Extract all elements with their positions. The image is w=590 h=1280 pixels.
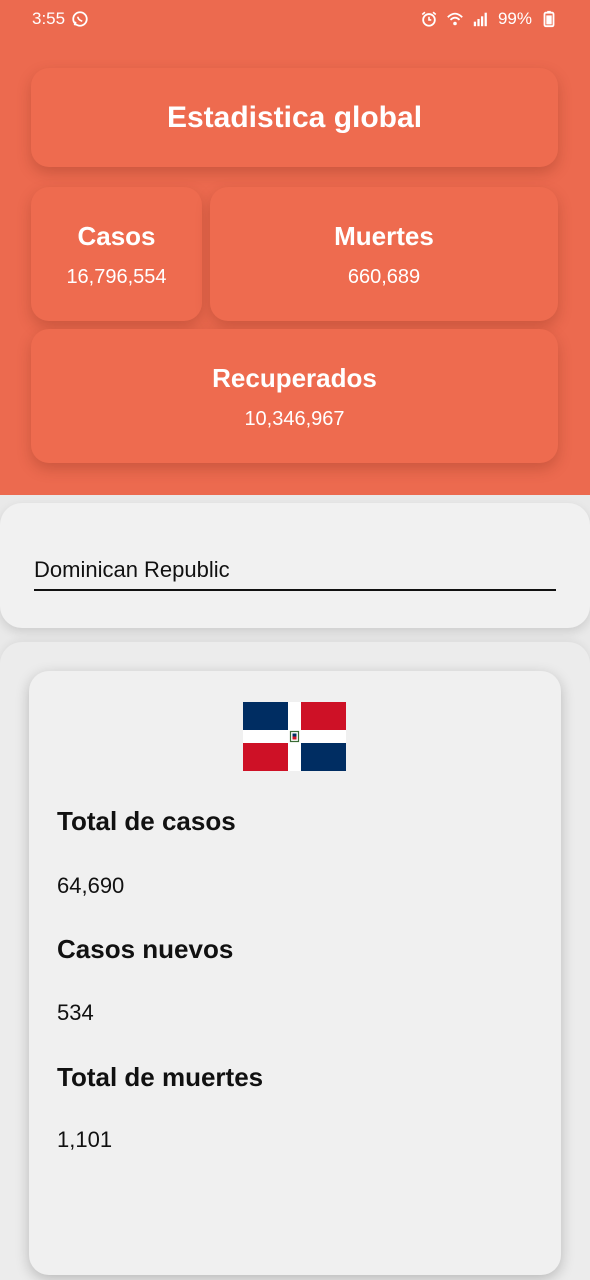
- country-search-panel: [0, 503, 590, 628]
- cases-label: Casos: [77, 221, 156, 251]
- battery-icon: [543, 10, 555, 28]
- total-deaths-heading: Total de muertes: [57, 1062, 264, 1092]
- total-cases-heading: Total de casos: [57, 806, 236, 836]
- alarm-icon: [421, 11, 437, 27]
- total-cases-value: 64,690: [57, 873, 125, 898]
- status-right: 99%: [420, 9, 558, 29]
- cases-value: 16,796,554: [66, 266, 167, 288]
- recovered-value: 10,346,967: [244, 408, 345, 430]
- dominican-republic-flag-icon: [243, 702, 346, 771]
- recovered-card: Recuperados 10,346,967: [31, 329, 558, 463]
- signal-icon: [473, 12, 487, 27]
- new-cases-heading: Casos nuevos: [57, 934, 234, 964]
- deaths-value: 660,689: [347, 266, 421, 288]
- whatsapp-icon: [72, 11, 88, 27]
- battery-percent: 99%: [497, 9, 532, 28]
- deaths-label: Muertes: [334, 221, 434, 251]
- new-cases-value: 534: [57, 1000, 94, 1025]
- status-bar: 3:55 99%: [0, 0, 590, 38]
- status-left: 3:55: [32, 9, 89, 29]
- status-time: 3:55: [32, 9, 66, 28]
- header-region: 3:55 99% Estadistica global Casos 16,796…: [0, 0, 590, 495]
- global-stats-title: Estadistica global: [166, 101, 423, 134]
- country-stats-card: Total de casos 64,690 Casos nuevos 534 T…: [29, 671, 561, 1275]
- global-stats-card: Estadistica global: [31, 68, 558, 167]
- cases-card: Casos 16,796,554: [31, 187, 202, 321]
- deaths-card: Muertes 660,689: [210, 187, 558, 321]
- country-search-input[interactable]: [34, 555, 556, 591]
- total-deaths-value: 1,101: [57, 1127, 113, 1152]
- recovered-label: Recuperados: [212, 363, 377, 393]
- wifi-icon: [447, 12, 463, 26]
